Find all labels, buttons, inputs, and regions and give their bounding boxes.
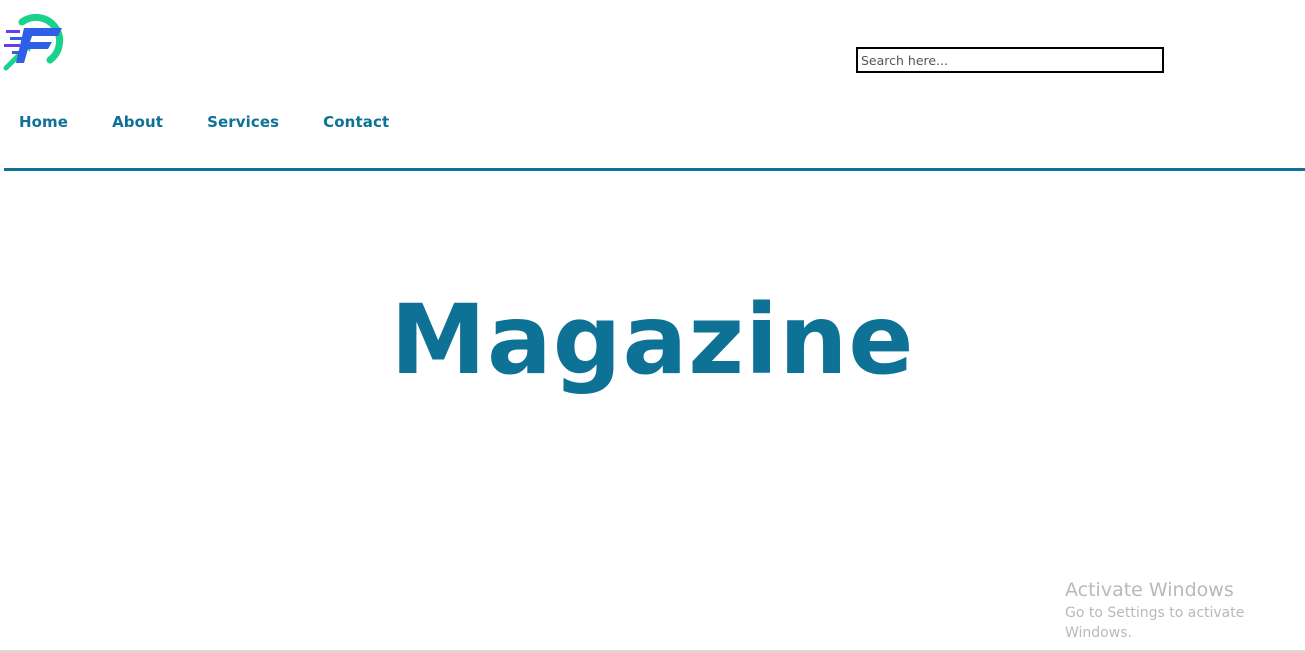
main-nav: Home About Services Contact bbox=[19, 113, 389, 131]
hero-title: Magazine bbox=[390, 284, 915, 396]
nav-link-services[interactable]: Services bbox=[207, 113, 279, 131]
logo-icon[interactable] bbox=[2, 8, 72, 72]
watermark-title: Activate Windows bbox=[1065, 579, 1234, 601]
watermark-subtitle: Go to Settings to activate Windows. bbox=[1065, 605, 1245, 641]
windows-activation-watermark: Activate Windows Go to Settings to activ… bbox=[1065, 579, 1305, 643]
search-input[interactable] bbox=[856, 47, 1164, 73]
page: Home About Services Contact Magazine Act… bbox=[0, 0, 1305, 652]
header-divider bbox=[4, 168, 1305, 171]
nav-link-contact[interactable]: Contact bbox=[323, 113, 389, 131]
nav-link-about[interactable]: About bbox=[112, 113, 163, 131]
nav-link-home[interactable]: Home bbox=[19, 113, 68, 131]
